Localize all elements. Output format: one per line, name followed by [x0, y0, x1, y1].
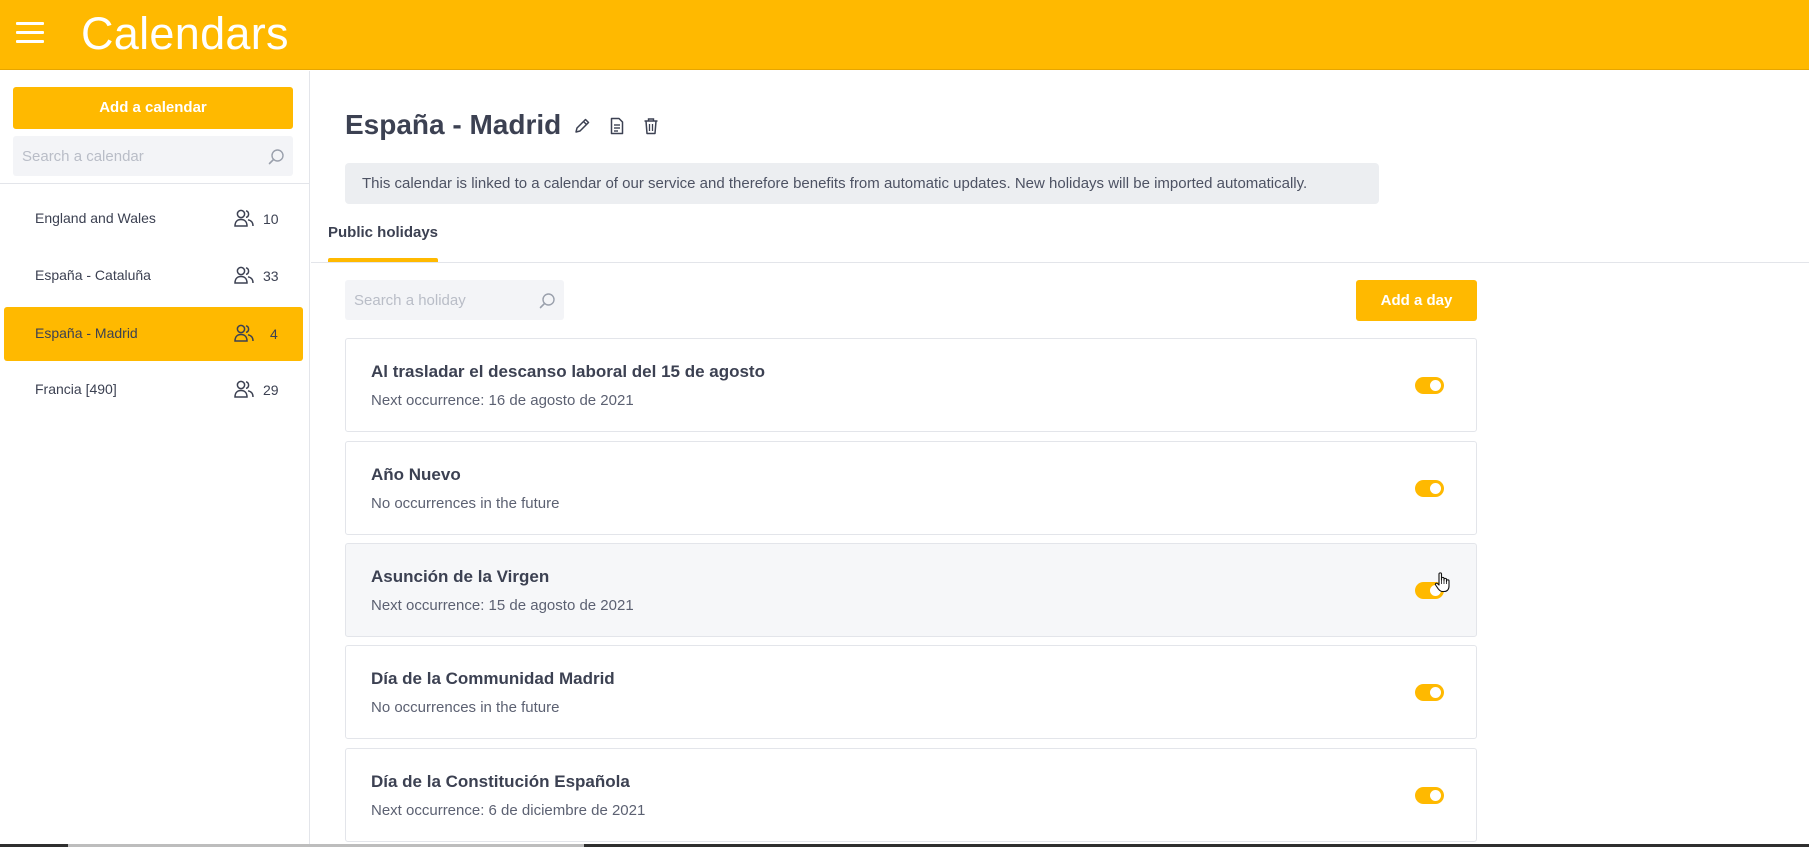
holiday-row[interactable]: Año Nuevo No occurrences in the future — [345, 441, 1477, 535]
trash-icon[interactable] — [641, 116, 661, 136]
holiday-name: Día de la Communidad Madrid — [371, 669, 615, 688]
tab-divider — [311, 262, 1809, 263]
main-content: España - Madrid This calendar is linked … — [311, 71, 1809, 847]
toggle-knob — [1430, 790, 1441, 801]
edit-pencil-icon[interactable] — [572, 116, 592, 136]
member-count: 29 — [263, 382, 279, 398]
holiday-name: Al trasladar el descanso laboral del 15 … — [371, 362, 765, 381]
sidebar: Add a calendar England and Wales 10 Espa… — [0, 71, 310, 847]
sidebar-item-england-and-wales[interactable]: England and Wales 10 — [4, 192, 303, 246]
holiday-next-occurrence: No occurrences in the future — [371, 495, 560, 512]
member-count: 33 — [263, 268, 279, 284]
holiday-name: Asunción de la Virgen — [371, 567, 550, 586]
search-icon[interactable] — [539, 292, 556, 309]
calendar-search — [13, 136, 293, 176]
users-icon — [234, 380, 254, 398]
calendar-name: England and Wales — [35, 210, 156, 226]
holiday-next-occurrence: Next occurrence: 16 de agosto de 2021 — [371, 392, 634, 409]
toggle-knob — [1430, 687, 1441, 698]
tab-public-holidays[interactable]: Public holidays — [328, 224, 438, 241]
search-icon[interactable] — [268, 148, 285, 165]
member-count: 4 — [270, 326, 278, 342]
users-icon — [234, 209, 254, 227]
holiday-row[interactable]: Día de la Constitución Española Next occ… — [345, 748, 1477, 842]
add-day-button[interactable]: Add a day — [1356, 280, 1477, 321]
document-icon[interactable] — [607, 116, 627, 136]
holiday-next-occurrence: Next occurrence: 6 de diciembre de 2021 — [371, 802, 646, 819]
holiday-next-occurrence: No occurrences in the future — [371, 699, 560, 716]
users-icon — [234, 266, 254, 284]
holiday-enabled-toggle[interactable] — [1415, 377, 1444, 394]
calendar-name: España - Cataluña — [35, 267, 151, 283]
sidebar-item-espana-cataluna[interactable]: España - Cataluña 33 — [4, 249, 303, 303]
holiday-row[interactable]: Día de la Communidad Madrid No occurrenc… — [345, 645, 1477, 739]
top-bar: Calendars — [0, 0, 1809, 70]
holiday-search-input[interactable] — [345, 280, 564, 320]
calendar-search-input[interactable] — [13, 136, 293, 176]
toggle-knob — [1430, 380, 1441, 391]
holiday-row[interactable]: Al trasladar el descanso laboral del 15 … — [345, 338, 1477, 432]
sidebar-item-francia[interactable]: Francia [490] 29 — [4, 363, 303, 417]
toggle-knob — [1430, 483, 1441, 494]
holiday-enabled-toggle[interactable] — [1415, 787, 1444, 804]
calendar-name: Francia [490] — [35, 381, 117, 397]
users-icon — [234, 324, 254, 342]
holiday-name: Día de la Constitución Española — [371, 772, 630, 791]
holiday-row[interactable]: Asunción de la Virgen Next occurrence: 1… — [345, 543, 1477, 637]
page-title: España - Madrid — [345, 109, 562, 140]
hand-cursor-icon — [1434, 572, 1450, 593]
app-title: Calendars — [81, 8, 289, 59]
holiday-enabled-toggle[interactable] — [1415, 684, 1444, 701]
member-count: 10 — [263, 211, 279, 227]
holiday-search — [345, 280, 564, 320]
holiday-next-occurrence: Next occurrence: 15 de agosto de 2021 — [371, 597, 634, 614]
auto-update-notice: This calendar is linked to a calendar of… — [345, 163, 1379, 204]
sidebar-divider — [0, 183, 309, 184]
sidebar-item-espana-madrid[interactable]: España - Madrid 4 — [4, 307, 303, 361]
calendar-name: España - Madrid — [35, 325, 138, 341]
holiday-enabled-toggle[interactable] — [1415, 480, 1444, 497]
add-calendar-button[interactable]: Add a calendar — [13, 87, 293, 129]
hamburger-menu-icon[interactable] — [16, 22, 44, 46]
holiday-name: Año Nuevo — [371, 465, 461, 484]
